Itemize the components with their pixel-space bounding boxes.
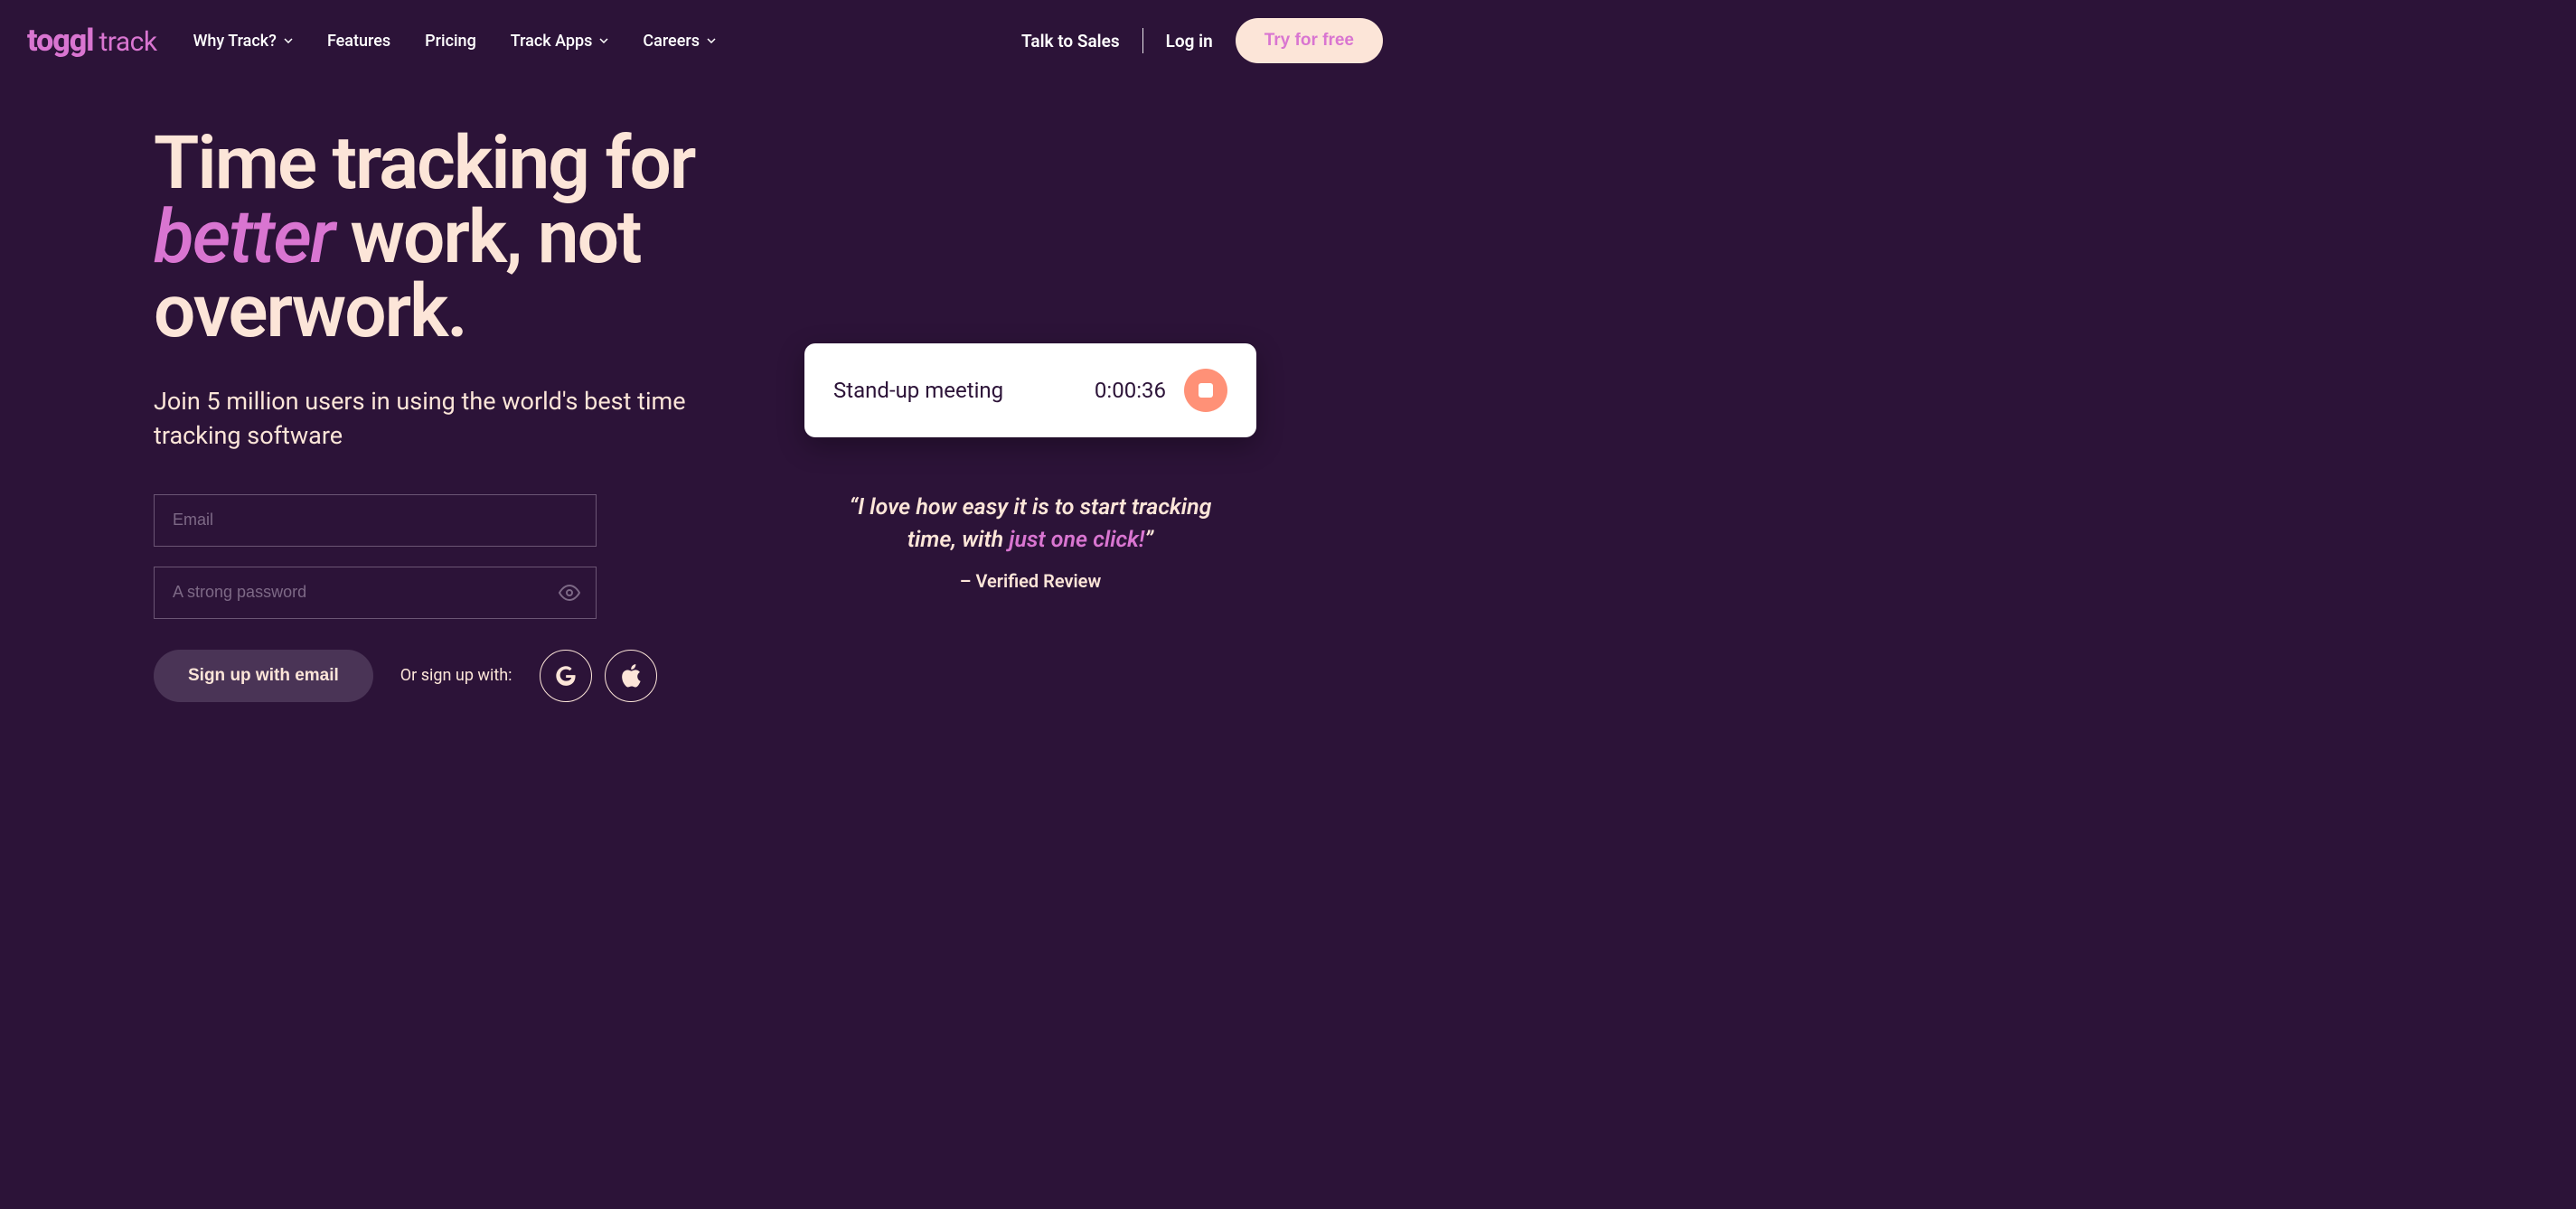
nav-track-apps[interactable]: Track Apps xyxy=(511,32,609,51)
nav: Why Track? Features Pricing Track Apps C… xyxy=(193,32,716,51)
nav-label: Features xyxy=(327,32,390,51)
logo-secondary: track xyxy=(99,26,156,58)
talk-to-sales-link[interactable]: Talk to Sales xyxy=(1021,31,1120,52)
signup-form: Sign up with email Or sign up with: xyxy=(154,494,768,702)
testimonial-quote: “I love how easy it is to start tracking… xyxy=(841,492,1220,558)
timer-elapsed: 0:00:36 xyxy=(1095,378,1166,403)
eye-icon[interactable] xyxy=(559,582,580,604)
signup-email-button[interactable]: Sign up with email xyxy=(154,650,373,702)
timer-card: Stand-up meeting 0:00:36 xyxy=(804,343,1256,437)
quote-post: ” xyxy=(1144,527,1153,553)
social-buttons xyxy=(540,650,657,702)
apple-signup-button[interactable] xyxy=(605,650,657,702)
google-signup-button[interactable] xyxy=(540,650,592,702)
nav-label: Pricing xyxy=(425,32,476,51)
log-in-link[interactable]: Log in xyxy=(1166,31,1213,52)
nav-pricing[interactable]: Pricing xyxy=(425,32,476,51)
hero-subtitle: Join 5 million users in using the world'… xyxy=(154,385,768,454)
hero-right: Stand-up meeting 0:00:36 “I love how eas… xyxy=(804,127,1256,702)
divider xyxy=(1142,28,1143,53)
password-input[interactable] xyxy=(154,567,597,619)
testimonial-attribution: – Verified Review xyxy=(960,570,1101,592)
email-input[interactable] xyxy=(154,494,597,547)
nav-why-track[interactable]: Why Track? xyxy=(193,32,293,51)
nav-label: Careers xyxy=(643,32,700,51)
try-free-button[interactable]: Try for free xyxy=(1236,18,1383,63)
nav-label: Why Track? xyxy=(193,32,277,51)
nav-label: Track Apps xyxy=(511,32,593,51)
signup-row: Sign up with email Or sign up with: xyxy=(154,650,768,702)
password-wrap xyxy=(154,567,597,619)
quote-emphasis: just one click! xyxy=(1009,527,1144,553)
apple-icon xyxy=(621,664,641,688)
header: toggl track Why Track? Features Pricing … xyxy=(0,0,1410,81)
hero-title: Time tracking for better work, not overw… xyxy=(154,127,768,349)
chevron-down-icon xyxy=(599,38,608,43)
hero-left: Time tracking for better work, not overw… xyxy=(154,127,768,702)
google-icon xyxy=(555,665,577,687)
nav-features[interactable]: Features xyxy=(327,32,390,51)
nav-careers[interactable]: Careers xyxy=(643,32,716,51)
chevron-down-icon xyxy=(284,38,293,43)
timer-entry-label: Stand-up meeting xyxy=(833,378,1076,403)
header-right: Talk to Sales Log in Try for free xyxy=(1021,18,1383,63)
or-signup-text: Or sign up with: xyxy=(400,666,512,685)
chevron-down-icon xyxy=(707,38,716,43)
timer-stop-button[interactable] xyxy=(1184,369,1227,412)
stop-icon xyxy=(1199,383,1213,398)
logo[interactable]: toggl track xyxy=(27,23,157,59)
main: Time tracking for better work, not overw… xyxy=(0,81,1410,702)
logo-primary: toggl xyxy=(27,23,93,59)
